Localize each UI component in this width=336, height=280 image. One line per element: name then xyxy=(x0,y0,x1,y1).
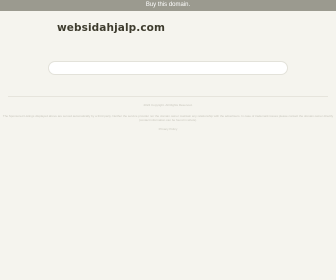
search-box[interactable] xyxy=(48,61,288,80)
buy-domain-banner[interactable]: Buy this domain. xyxy=(0,0,336,11)
disclaimer-text: The Sponsored Listings displayed above a… xyxy=(2,114,334,122)
search-input[interactable] xyxy=(49,68,287,80)
divider xyxy=(8,96,328,97)
copyright-text: 2024 Copyright. All Rights Reserved. xyxy=(143,103,193,107)
site-title: websidahjalp.com xyxy=(57,22,166,34)
privacy-policy-link[interactable]: Privacy Policy xyxy=(0,127,336,131)
